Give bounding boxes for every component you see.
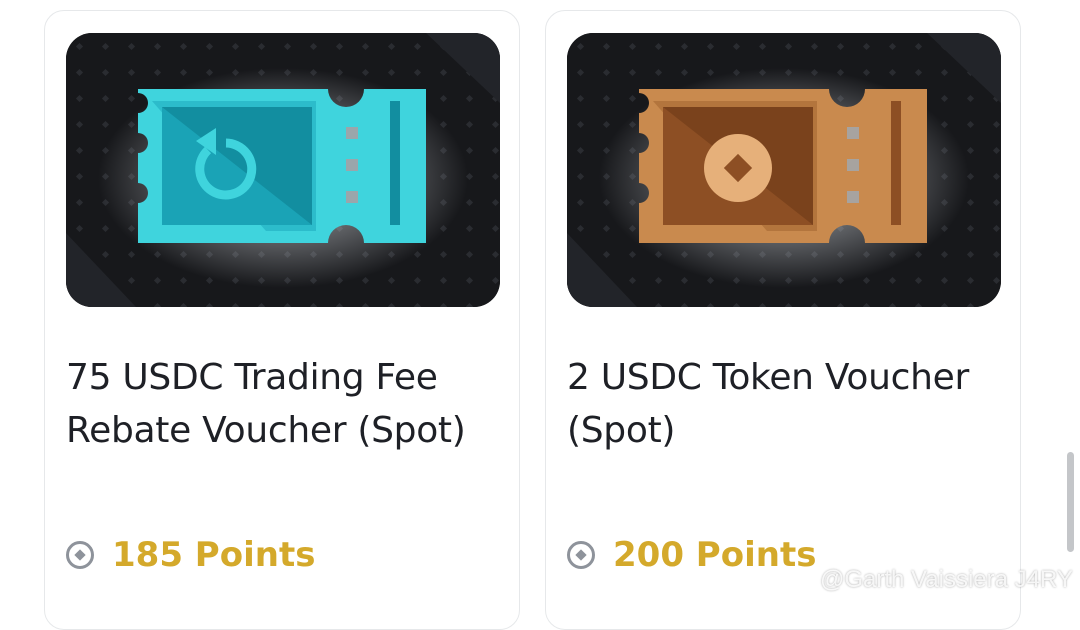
voucher-image [66, 33, 500, 307]
points-cost: 200 Points [567, 533, 816, 577]
ticket-graphic [639, 89, 927, 243]
voucher-card[interactable]: 2 USDC Token Voucher (Spot) 200 Points [545, 10, 1021, 630]
voucher-image [567, 33, 1001, 307]
voucher-title: 2 USDC Token Voucher (Spot) [567, 357, 969, 451]
points-coin-icon [567, 541, 595, 569]
voucher-card[interactable]: 75 USDC Trading Fee Rebate Voucher (Spot… [44, 10, 520, 630]
points-value: 200 Points [613, 535, 817, 575]
points-value: 185 Points [112, 535, 316, 575]
binance-logo-icon [790, 567, 816, 593]
watermark: @Garth Vaissiera J4RY [790, 566, 1073, 594]
voucher-title: 75 USDC Trading Fee Rebate Voucher (Spot… [66, 357, 466, 451]
points-cost: 185 Points [66, 533, 315, 577]
scrollbar[interactable] [1067, 452, 1074, 552]
watermark-text: @Garth Vaissiera J4RY [820, 566, 1073, 593]
points-coin-icon [66, 541, 94, 569]
ticket-graphic [138, 89, 426, 243]
